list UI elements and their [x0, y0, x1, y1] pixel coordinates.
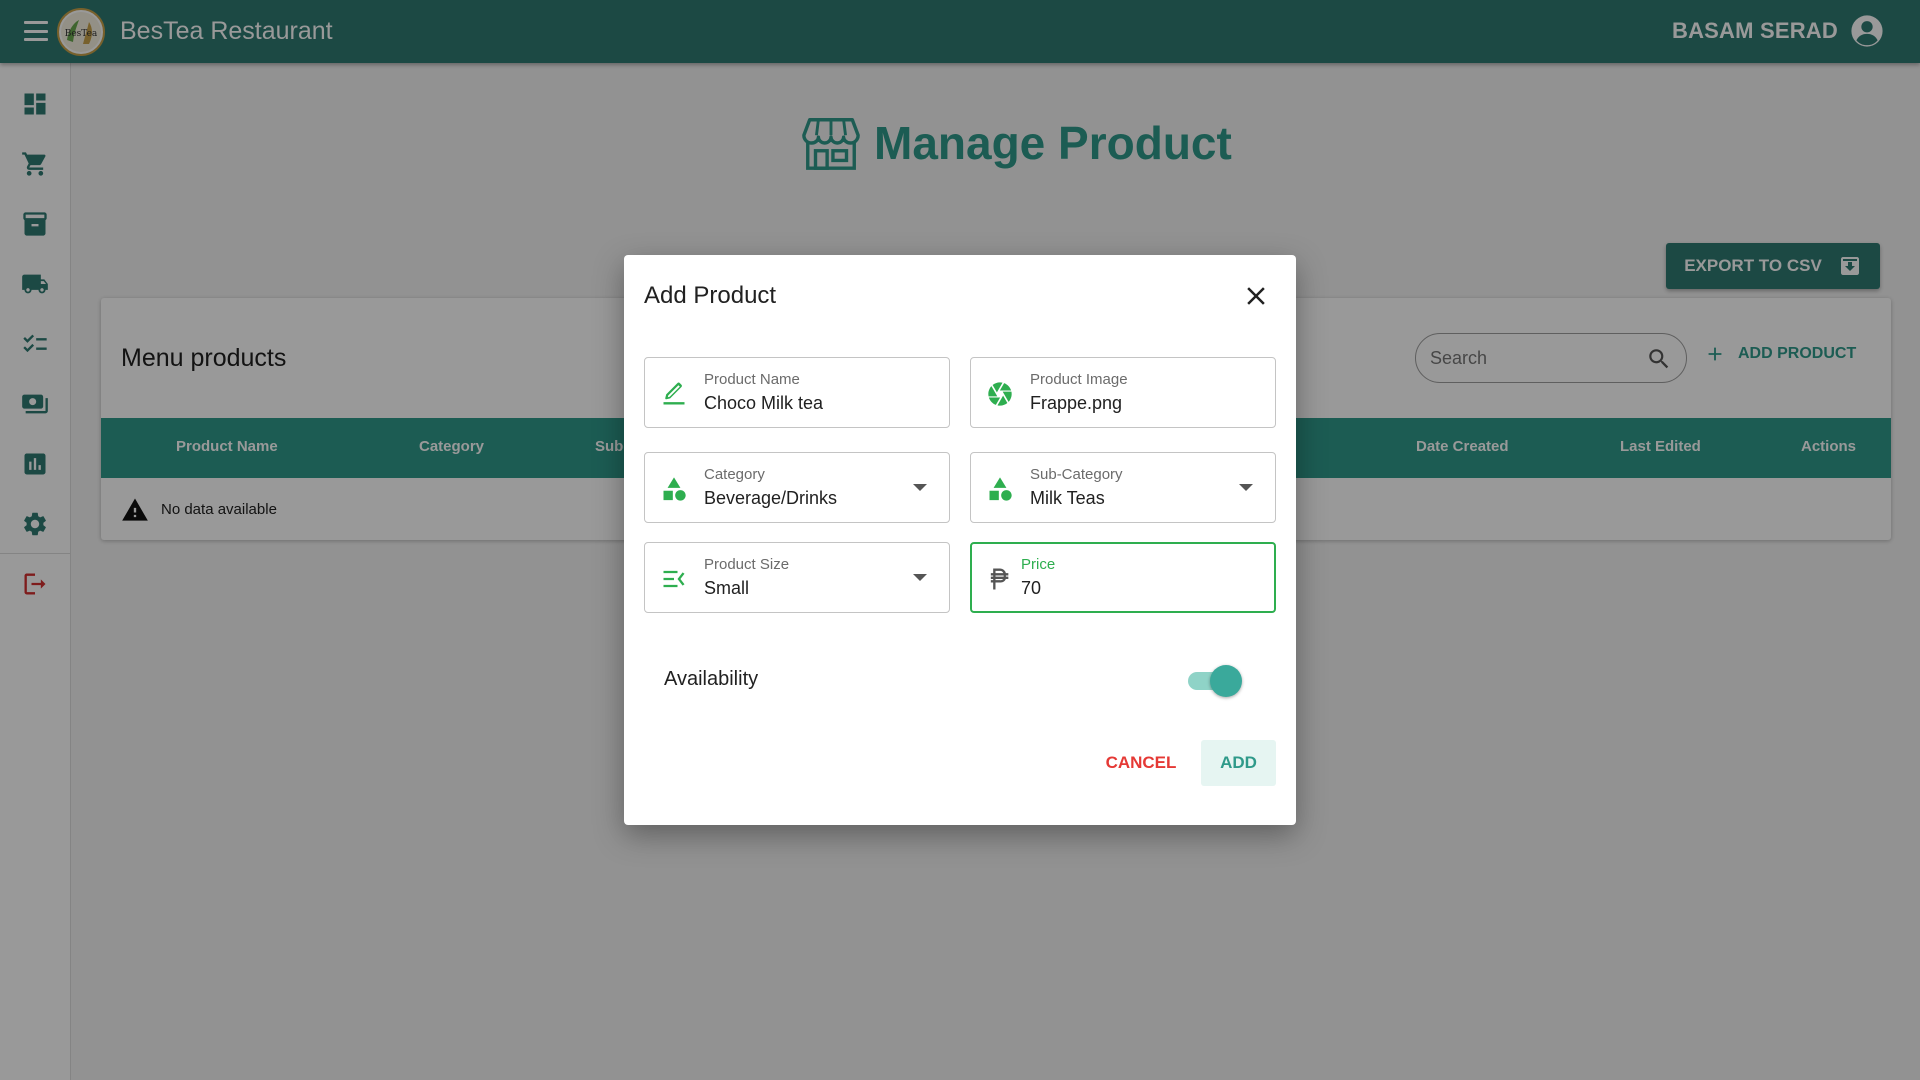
peso-currency-icon: [990, 568, 1009, 590]
sub-category-select[interactable]: Sub-Category Milk Teas: [970, 452, 1276, 523]
chevron-down-icon[interactable]: [913, 574, 927, 581]
field-value[interactable]: Small: [704, 578, 749, 599]
close-dialog-button[interactable]: [1241, 281, 1271, 311]
field-label: Product Name: [704, 371, 800, 388]
product-name-field[interactable]: Product Name Choco Milk tea: [644, 357, 950, 428]
field-value[interactable]: Choco Milk tea: [704, 393, 823, 414]
edit-pen-icon: [663, 382, 685, 405]
product-size-select[interactable]: Product Size Small: [644, 542, 950, 613]
field-label: Product Size: [704, 556, 790, 573]
price-field[interactable]: Price 70: [970, 542, 1276, 613]
availability-toggle[interactable]: [1186, 665, 1242, 697]
toggle-knob: [1210, 665, 1242, 697]
close-icon: [1247, 287, 1265, 305]
field-value[interactable]: Frappe.png: [1030, 393, 1122, 414]
field-value[interactable]: Beverage/Drinks: [704, 488, 837, 509]
add-product-dialog: Add Product Product Name Choco Milk tea …: [624, 255, 1296, 825]
field-label: Product Image: [1030, 371, 1128, 388]
shapes-icon: [663, 477, 686, 501]
field-value[interactable]: 70: [1021, 578, 1041, 599]
dialog-title: Add Product: [644, 282, 777, 309]
size-list-icon: [663, 570, 685, 588]
camera-aperture-icon: [988, 382, 1012, 406]
add-button[interactable]: ADD: [1201, 740, 1276, 786]
field-label: Category: [704, 466, 765, 483]
shapes-icon: [989, 477, 1012, 501]
field-value[interactable]: Milk Teas: [1030, 488, 1105, 509]
field-label: Sub-Category: [1030, 466, 1123, 483]
chevron-down-icon[interactable]: [913, 484, 927, 491]
cancel-button[interactable]: CANCEL: [1100, 741, 1182, 785]
field-label: Price: [1021, 556, 1056, 573]
availability-label: Availability: [664, 668, 759, 690]
chevron-down-icon[interactable]: [1239, 484, 1253, 491]
product-image-field[interactable]: Product Image Frappe.png: [970, 357, 1276, 428]
category-select[interactable]: Category Beverage/Drinks: [644, 452, 950, 523]
